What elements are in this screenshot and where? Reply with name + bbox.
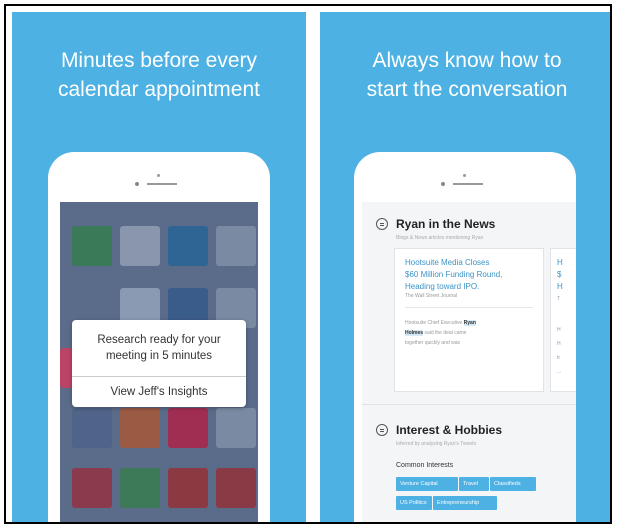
view-insights-button[interactable]: View Jeff's Insights bbox=[72, 377, 246, 407]
left-headline: Minutes before every calendar appointmen… bbox=[12, 46, 306, 104]
next-card-text: H bbox=[557, 282, 563, 291]
app-tile[interactable] bbox=[120, 408, 160, 448]
app-tile[interactable] bbox=[168, 408, 208, 448]
phone-mockup-left: Research ready for your meeting in 5 min… bbox=[48, 152, 270, 522]
interests-section-title: Interest & Hobbies bbox=[396, 423, 503, 437]
app-tile[interactable] bbox=[216, 408, 256, 448]
news-section-icon bbox=[376, 218, 388, 230]
app-tile[interactable] bbox=[168, 468, 208, 508]
article-source: The Wall Street Journal bbox=[405, 293, 458, 299]
section-divider bbox=[362, 404, 576, 405]
meeting-notification: Research ready for your meeting in 5 min… bbox=[72, 320, 246, 407]
interests-section-subtitle: Inferred by analyzing Ryan's Tweets bbox=[396, 441, 477, 447]
snippet-text: said the deal came bbox=[423, 330, 467, 336]
snippet-text: Hootsuite Chief Executive bbox=[405, 320, 464, 326]
left-headline-line1: Minutes before every bbox=[60, 49, 258, 72]
app-tile[interactable] bbox=[216, 468, 256, 508]
news-article-card-next[interactable]: H $ H T H H tr ... bbox=[550, 248, 576, 392]
app-tile[interactable] bbox=[168, 226, 208, 266]
next-card-snippet: tr bbox=[557, 355, 561, 361]
article-title-line3[interactable]: Heading toward IPO. bbox=[405, 281, 533, 293]
interest-tag[interactable]: Travel bbox=[459, 477, 489, 491]
article-divider bbox=[405, 307, 533, 308]
left-promo-panel: Minutes before every calendar appointmen… bbox=[12, 12, 306, 522]
next-card-snippet: ... bbox=[557, 369, 562, 375]
next-card-text: $ bbox=[557, 270, 562, 279]
app-tile[interactable] bbox=[120, 226, 160, 266]
next-card-snippet: H bbox=[557, 327, 561, 333]
screenshot-frame: Minutes before every calendar appointmen… bbox=[4, 4, 612, 524]
left-headline-line2: calendar appointment bbox=[58, 78, 260, 101]
app-tile[interactable] bbox=[216, 226, 256, 266]
interest-tag[interactable]: Entrepreneurship bbox=[433, 496, 497, 510]
right-headline-line2: start the conversation bbox=[366, 78, 568, 101]
notification-message: Research ready for your meeting in 5 min… bbox=[72, 320, 246, 376]
phone-lock-screen: Research ready for your meeting in 5 min… bbox=[60, 202, 258, 522]
interests-section-icon bbox=[376, 424, 388, 436]
interest-tag[interactable]: Venture Capital bbox=[396, 477, 458, 491]
interest-tag[interactable]: Classifieds bbox=[490, 477, 536, 491]
article-title-line1[interactable]: Hootsuite Media Closes bbox=[405, 257, 533, 269]
app-tile[interactable] bbox=[72, 468, 112, 508]
app-tile[interactable] bbox=[72, 408, 112, 448]
notification-line2: meeting in 5 minutes bbox=[105, 350, 213, 362]
news-article-card[interactable]: Hootsuite Media Closes $60 Million Fundi… bbox=[394, 248, 544, 392]
app-tile[interactable] bbox=[72, 226, 112, 266]
snippet-text: together quickly and was bbox=[405, 340, 461, 346]
next-card-text: T bbox=[557, 296, 561, 302]
news-section-subtitle: Blogs & News articles mentioning Ryan bbox=[396, 235, 484, 241]
article-title-line2[interactable]: $60 Million Funding Round, bbox=[405, 269, 533, 281]
phone-speaker-icon bbox=[129, 174, 189, 186]
common-interests-label: Common Interests bbox=[396, 462, 454, 469]
right-promo-panel: Always know how to start the conversatio… bbox=[320, 12, 610, 522]
news-section-title: Ryan in the News bbox=[396, 217, 496, 231]
insights-screen: Ryan in the News Blogs & News articles m… bbox=[362, 202, 576, 522]
right-headline-line1: Always know how to bbox=[372, 49, 562, 72]
right-headline: Always know how to start the conversatio… bbox=[320, 46, 610, 104]
snippet-highlight: Ryan bbox=[463, 320, 476, 326]
next-card-snippet: H bbox=[557, 341, 561, 347]
next-card-text: H bbox=[557, 258, 563, 267]
notification-line1: Research ready for your bbox=[97, 334, 221, 346]
phone-speaker-icon bbox=[435, 174, 495, 186]
snippet-highlight: Holmes bbox=[405, 330, 424, 336]
article-snippet: Hootsuite Chief Executive Ryan Holmes sa… bbox=[405, 318, 533, 348]
app-tile[interactable] bbox=[120, 468, 160, 508]
interest-tag[interactable]: US Politics bbox=[396, 496, 432, 510]
phone-mockup-right: Ryan in the News Blogs & News articles m… bbox=[354, 152, 576, 522]
